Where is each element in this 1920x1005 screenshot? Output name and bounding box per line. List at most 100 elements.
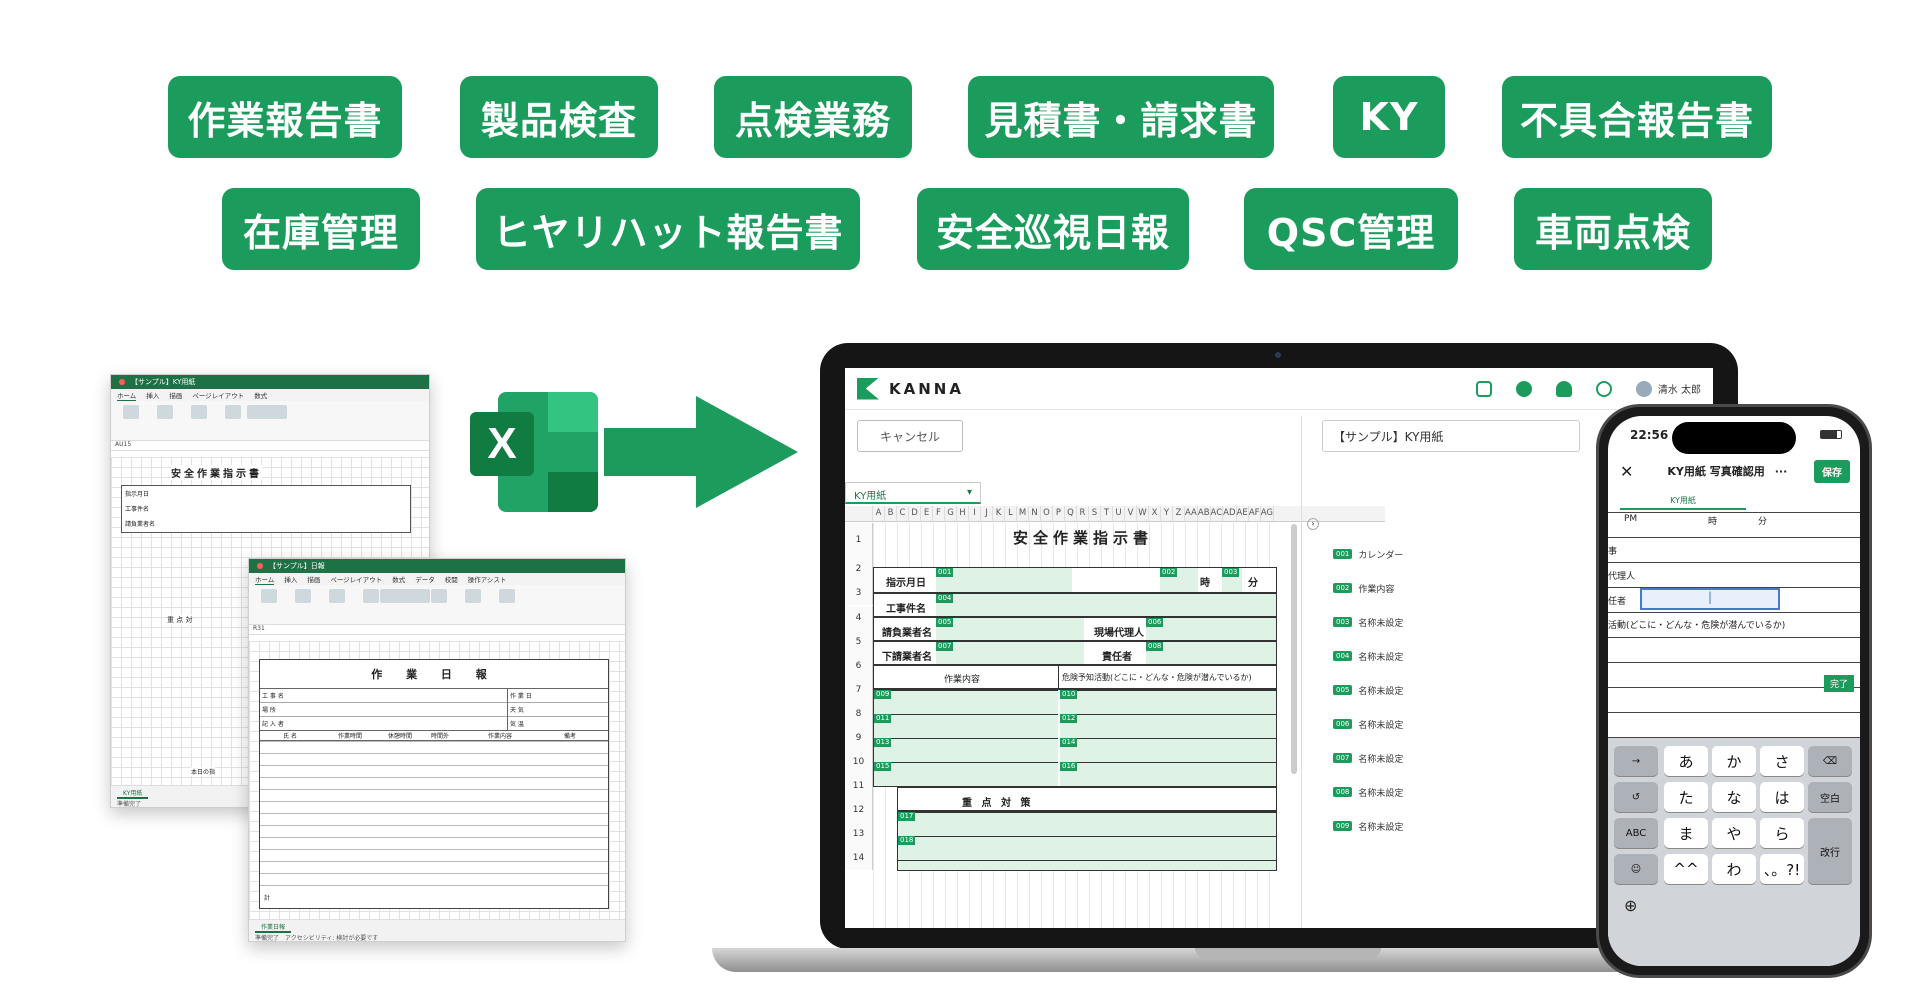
kana-key[interactable]: わ [1712, 854, 1756, 884]
row-number[interactable]: 6 [845, 654, 873, 678]
kana-key[interactable]: ^^ [1664, 854, 1708, 884]
bell-icon[interactable] [1555, 380, 1572, 397]
ribbon-tab-data[interactable]: データ [415, 574, 435, 584]
column-header[interactable]: L [1005, 506, 1017, 521]
row-number[interactable]: 9 [845, 726, 873, 750]
column-header[interactable]: C [897, 506, 909, 521]
save-button[interactable]: 保存 [1814, 460, 1850, 483]
excel-ribbon-tabs[interactable]: ホーム 挿入 描画 ページレイアウト 数式 データ 校閲 操作アシスト [249, 573, 625, 585]
ribbon-tab-assist[interactable]: 操作アシスト [468, 574, 507, 584]
column-header[interactable]: Z [1173, 506, 1185, 521]
row-number[interactable]: 12 [845, 798, 873, 822]
column-header[interactable]: B [885, 506, 897, 521]
panel-field-item[interactable]: 004 名称未設定 [1333, 644, 1461, 668]
ribbon-tab-formulas[interactable]: 数式 [392, 574, 405, 584]
row-number[interactable]: 3 [845, 581, 873, 605]
panel-field-item[interactable]: 005 名称未設定 [1333, 678, 1461, 702]
column-header[interactable]: P [1053, 506, 1065, 521]
column-header[interactable]: U [1113, 506, 1125, 521]
field-project[interactable] [936, 594, 1276, 616]
panel-field-item[interactable]: 007 名称未設定 [1333, 746, 1461, 770]
sheet-select[interactable]: KY用紙 ▾ [845, 482, 981, 504]
undo-key[interactable]: ↺ [1614, 782, 1658, 812]
chat-icon[interactable] [1515, 380, 1532, 397]
ribbon-tab-draw[interactable]: 描画 [307, 574, 320, 584]
phone-form[interactable]: PM 時 分 事 代理人 任者 | 活動(どこに・どんな・危険が潜んでいるか) … [1608, 512, 1860, 738]
kana-key[interactable]: か [1712, 746, 1756, 776]
phone-active-cell[interactable]: | [1640, 588, 1780, 610]
ribbon-tab-layout[interactable]: ページレイアウト [192, 390, 244, 400]
column-header[interactable]: Q [1065, 506, 1077, 521]
document-title-input[interactable]: 【サンプル】KY用紙 [1322, 420, 1580, 452]
field-subcontractor[interactable] [936, 642, 1084, 664]
column-header[interactable]: E [921, 506, 933, 521]
row-number[interactable]: 14 [845, 846, 873, 870]
column-header[interactable]: AA [1185, 506, 1198, 521]
excel-ribbon-tabs[interactable]: ホーム 挿入 描画 ページレイアウト 数式 [111, 389, 429, 401]
ribbon-tab-insert[interactable]: 挿入 [146, 390, 159, 400]
avatar[interactable] [1635, 380, 1652, 397]
abc-key[interactable]: ABC [1614, 818, 1658, 848]
row-number[interactable]: 11 [845, 774, 873, 798]
column-header[interactable]: M [1017, 506, 1029, 521]
row-number[interactable]: 5 [845, 630, 873, 654]
done-button[interactable]: 完了 [1824, 675, 1855, 692]
styles-button[interactable] [380, 589, 430, 620]
ribbon-tab-insert[interactable]: 挿入 [284, 574, 297, 584]
kana-key[interactable]: は [1760, 782, 1804, 812]
styles-button[interactable] [247, 405, 287, 436]
panel-field-item[interactable]: 008 名称未設定 [1333, 780, 1461, 804]
return-key[interactable]: 改行 [1808, 818, 1852, 884]
column-header[interactable]: D [909, 506, 921, 521]
user-name[interactable]: 清水 太郎 [1658, 381, 1701, 396]
ribbon-tab-home[interactable]: ホーム [255, 574, 275, 585]
kana-key[interactable]: な [1712, 782, 1756, 812]
column-header[interactable]: AF [1249, 506, 1261, 521]
column-header[interactable]: O [1041, 506, 1053, 521]
column-header[interactable]: I [969, 506, 981, 521]
kana-key[interactable]: ま [1664, 818, 1708, 848]
panel-field-item[interactable]: 001 カレンダー [1333, 542, 1461, 566]
kana-key[interactable]: 、。?! [1760, 854, 1804, 884]
column-header[interactable]: AE [1237, 506, 1249, 521]
number-button[interactable] [221, 405, 245, 436]
column-header[interactable]: G [945, 506, 957, 521]
daily-report-rows[interactable] [260, 741, 608, 893]
column-header[interactable]: N [1029, 506, 1041, 521]
arrow-key[interactable]: → [1614, 746, 1658, 776]
align-button[interactable] [187, 405, 211, 436]
column-header[interactable]: X [1149, 506, 1161, 521]
column-header[interactable]: V [1125, 506, 1137, 521]
close-icon[interactable]: ✕ [1620, 462, 1633, 481]
calendar-icon[interactable] [1475, 380, 1492, 397]
font-button[interactable] [153, 405, 177, 436]
cancel-button[interactable]: キャンセル [857, 420, 963, 452]
row-number[interactable]: 7 [845, 678, 873, 702]
column-header[interactable]: F [933, 506, 945, 521]
column-header[interactable]: H [957, 506, 969, 521]
kana-key[interactable]: あ [1664, 746, 1708, 776]
font-button[interactable] [291, 589, 315, 620]
panel-field-item[interactable]: 003 名称未設定 [1333, 610, 1461, 634]
column-header[interactable]: T [1101, 506, 1113, 521]
globe-icon[interactable]: ⊕ [1624, 896, 1637, 915]
kana-key[interactable]: ら [1760, 818, 1804, 848]
edit-button[interactable] [461, 589, 485, 620]
more-icon[interactable]: ··· [1775, 465, 1788, 478]
field-site-agent[interactable] [1146, 618, 1276, 640]
space-key[interactable]: 空白 [1808, 782, 1852, 812]
column-header[interactable]: AC [1211, 506, 1224, 521]
field-danger-list[interactable] [1060, 690, 1276, 786]
ribbon-tab-draw[interactable]: 描画 [169, 390, 182, 400]
row-number[interactable]: 8 [845, 702, 873, 726]
phone-sheet-tab[interactable]: KY用紙 [1620, 492, 1746, 510]
ribbon-tab-formulas[interactable]: 数式 [254, 390, 267, 400]
name-box[interactable]: R31 [249, 625, 625, 635]
delete-icon[interactable]: ⌫ [1808, 746, 1852, 776]
cells-button[interactable] [427, 589, 451, 620]
sheet-tab[interactable]: 作業日報 [255, 922, 292, 933]
row-number[interactable]: 13 [845, 822, 873, 846]
panel-field-item[interactable]: 006 名称未設定 [1333, 712, 1461, 736]
align-button[interactable] [325, 589, 349, 620]
row-number[interactable]: 1 [845, 523, 873, 557]
